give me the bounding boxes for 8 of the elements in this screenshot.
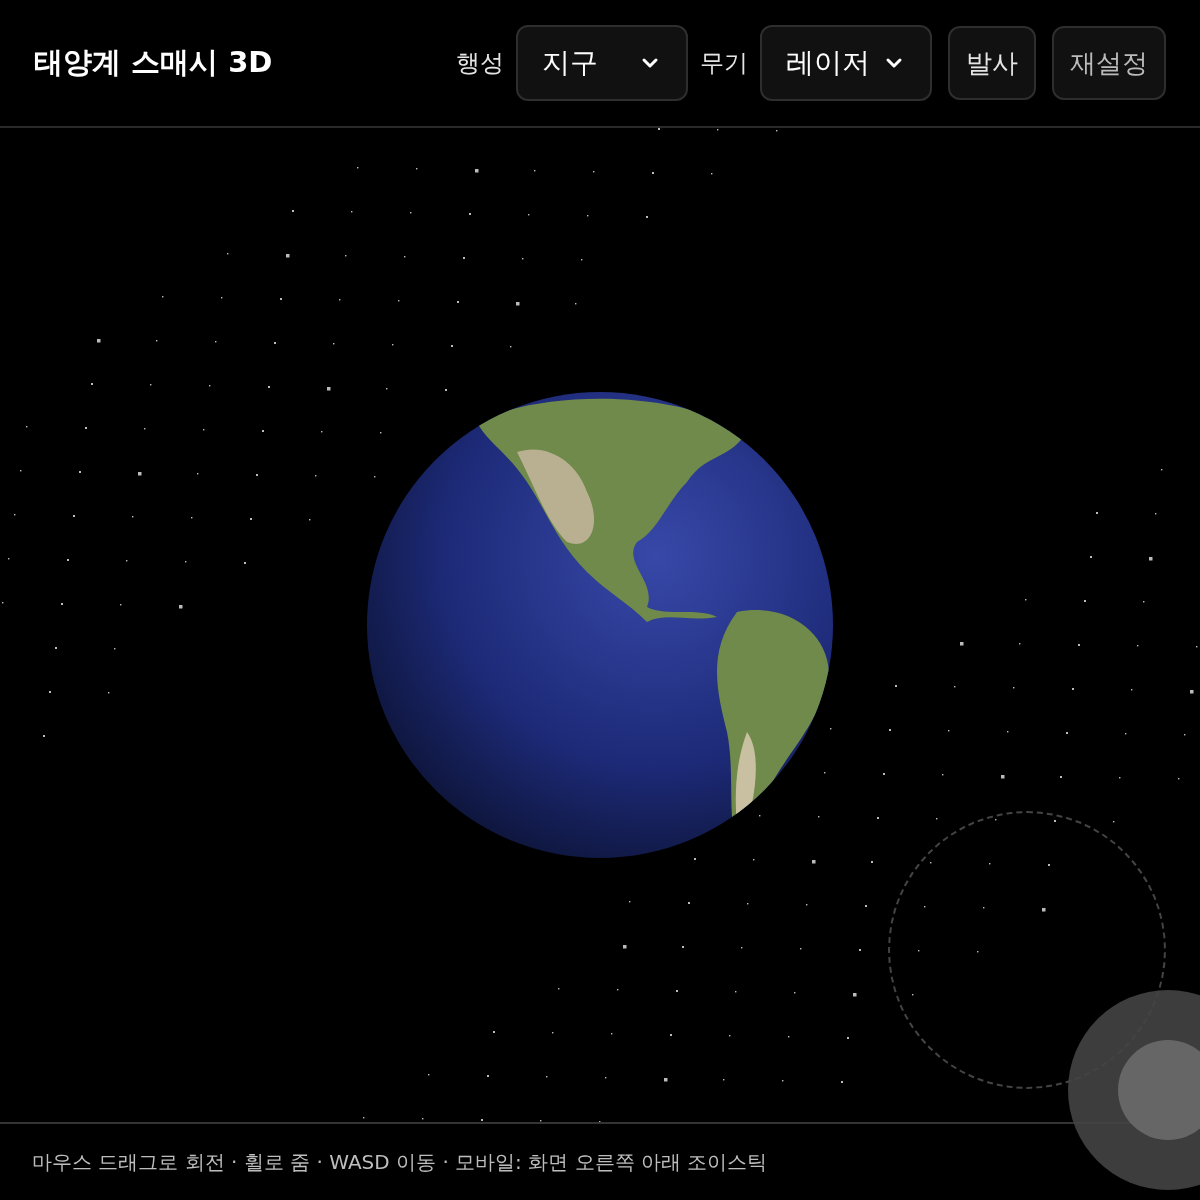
controls-hint: 마우스 드래그로 회전 · 휠로 줌 · WASD 이동 · 모바일: 화면 오른쪽 아래 조이스틱 [32,1149,768,1176]
dropdown-select[interactable]: 지구 [516,25,688,101]
field-label: 무기 [700,48,748,79]
field-label: 행성 [456,48,504,79]
action-button[interactable]: 발사 [948,26,1036,100]
action-button[interactable]: 재설정 [1052,26,1166,100]
dropdown-select[interactable]: 레이저 [760,25,932,101]
app-title: 태양계 스매시 3D [34,44,274,82]
